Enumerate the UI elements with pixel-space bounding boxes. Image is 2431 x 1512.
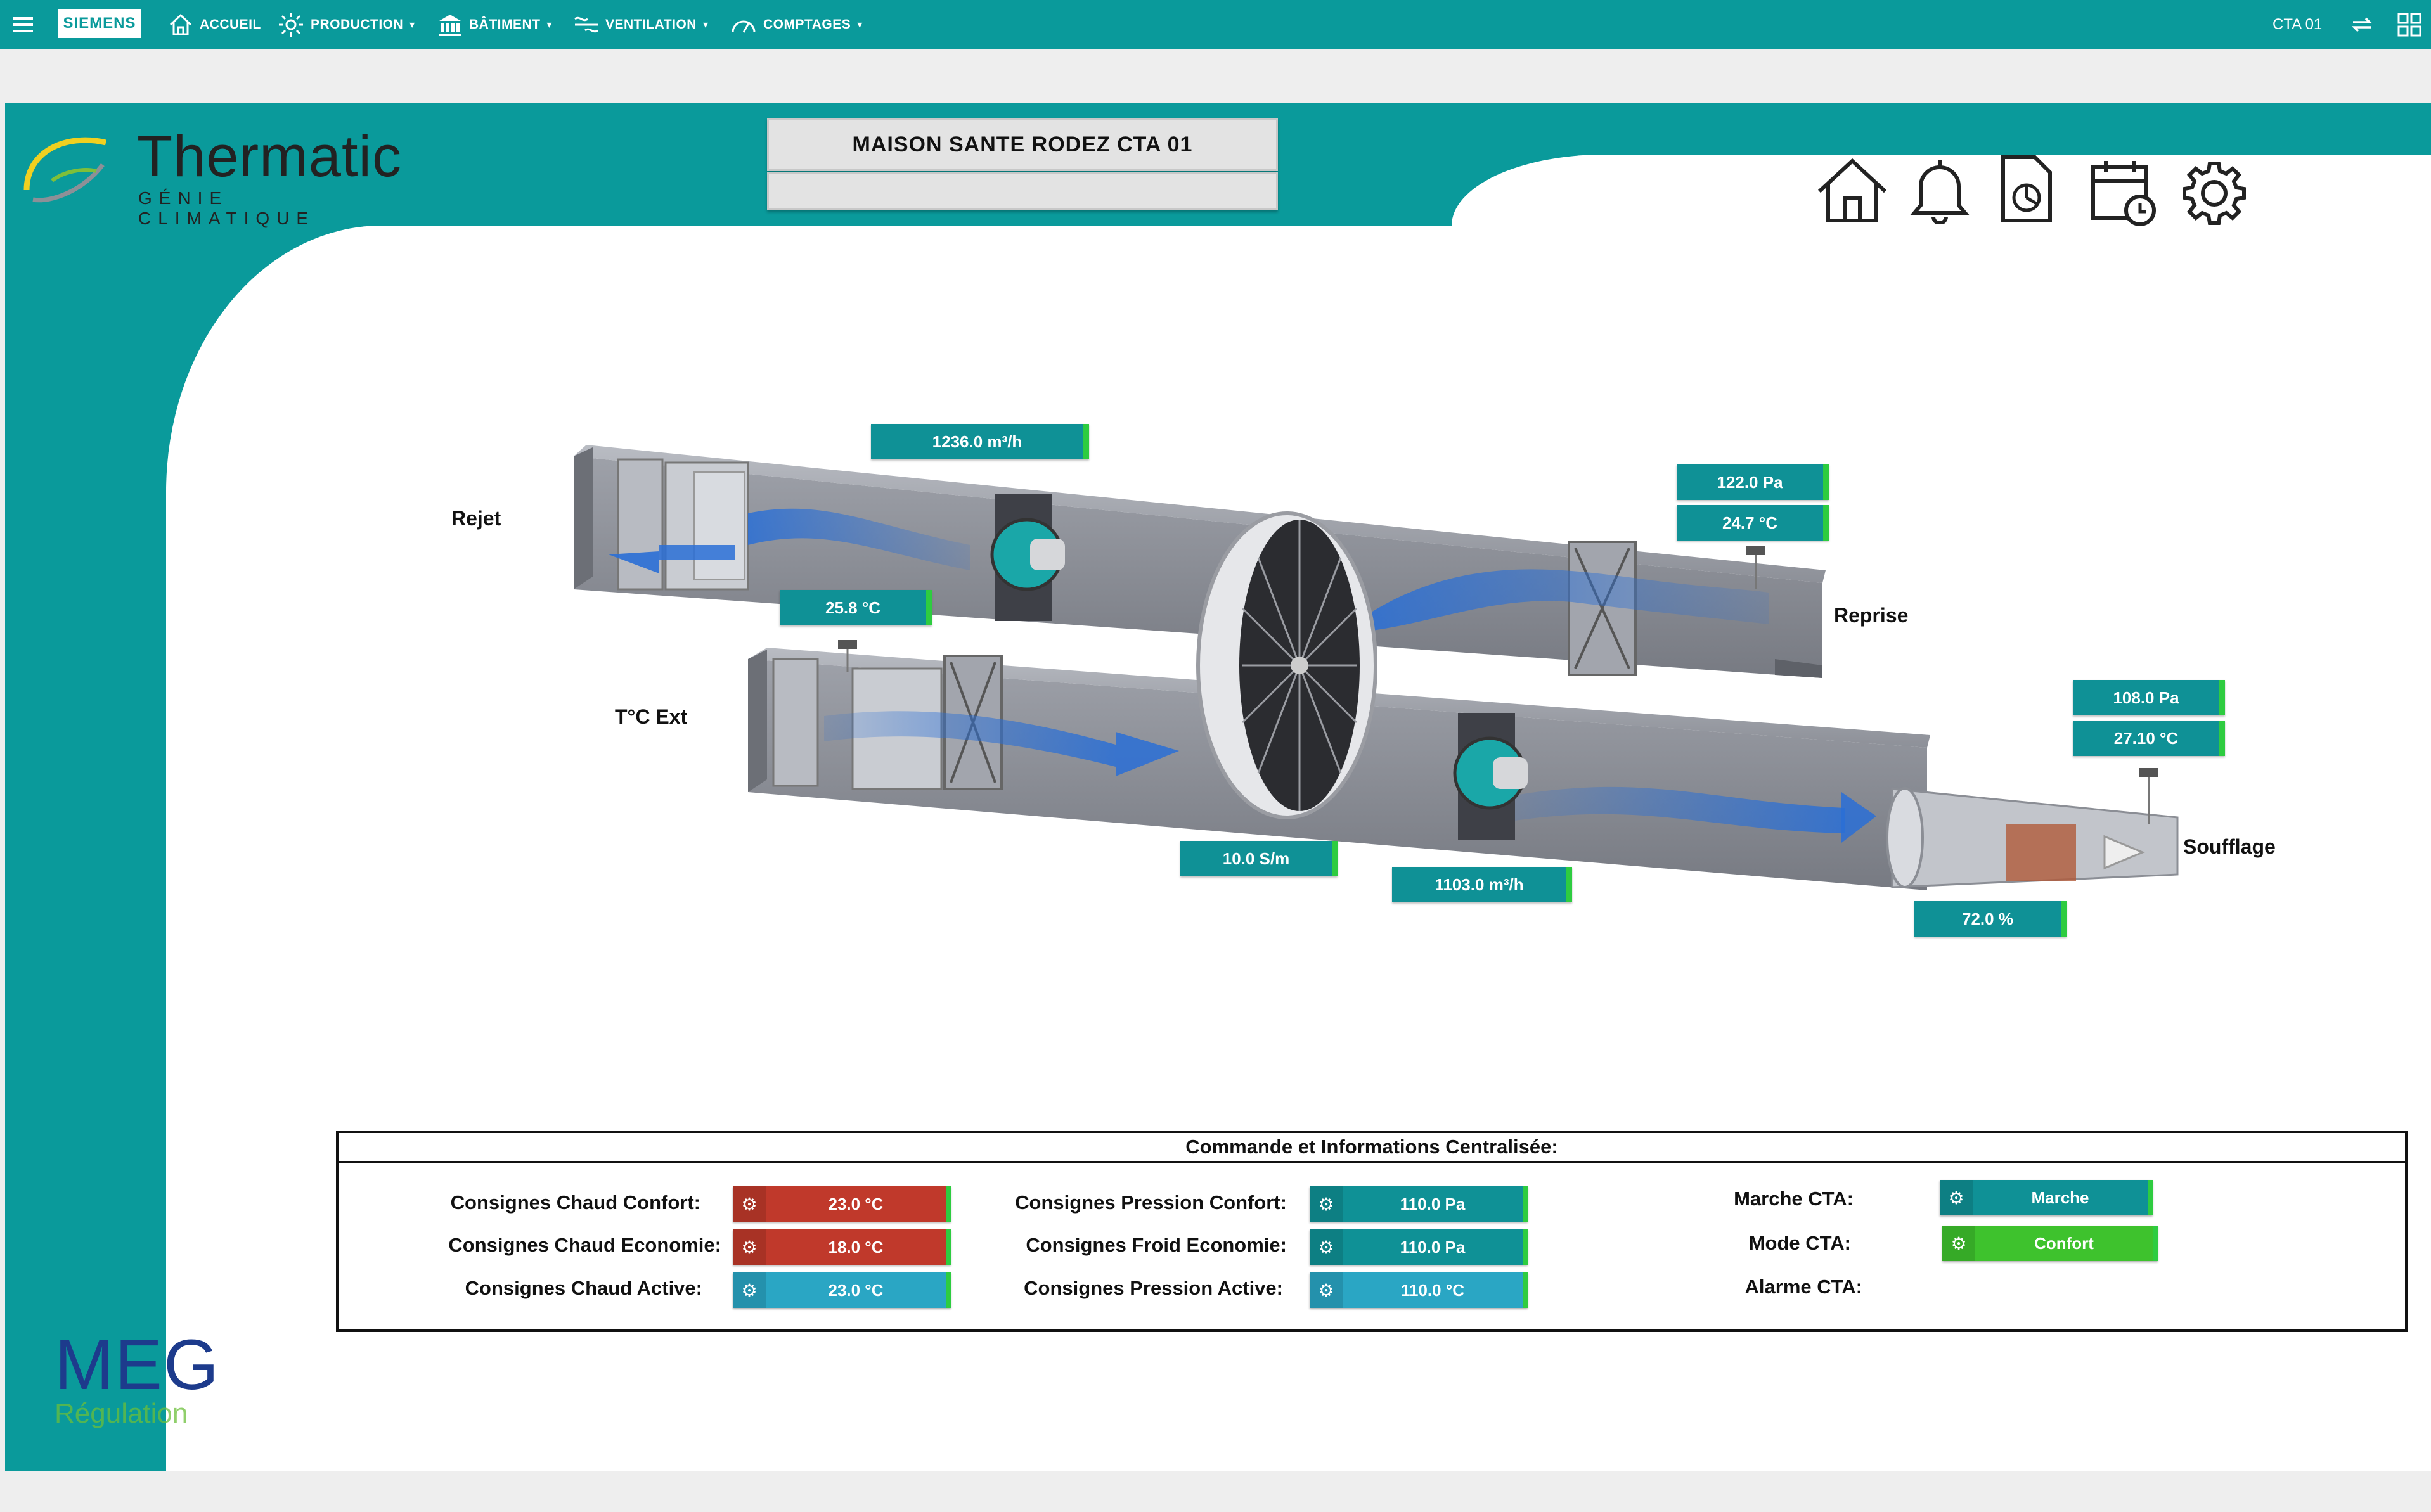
heat-recovery-wheel xyxy=(1196,511,1377,819)
gear-icon: ⚙ xyxy=(1310,1229,1343,1265)
heat-active-setpoint-label: Consignes Chaud Active: xyxy=(465,1277,702,1299)
ahu-mode-button[interactable]: ⚙ Confort xyxy=(1942,1226,2158,1261)
gear-icon: ⚙ xyxy=(733,1229,766,1265)
reprise-label: Reprise xyxy=(1834,604,1909,627)
gear-icon: ⚙ xyxy=(1310,1272,1343,1308)
heat-comfort-setpoint-value: 23.0 °C xyxy=(828,1194,884,1214)
reprise-temp-value[interactable]: 24.7 °C xyxy=(1677,505,1829,541)
ahu-run-value: Marche xyxy=(2031,1188,2089,1207)
reprise-pressure-value[interactable]: 122.0 Pa xyxy=(1677,464,1829,500)
command-panel-title: Commande et Informations Centralisée: xyxy=(339,1133,2405,1163)
heat-active-setpoint-button[interactable]: ⚙ 23.0 °C xyxy=(733,1272,951,1308)
heat-active-setpoint-value: 23.0 °C xyxy=(828,1280,884,1300)
gear-icon: ⚙ xyxy=(1942,1226,1975,1261)
rejet-label: Rejet xyxy=(451,507,501,530)
valve-position-value[interactable]: 72.0 % xyxy=(1914,901,2067,937)
gear-icon: ⚙ xyxy=(733,1272,766,1308)
meg-logo: MEG Régulation xyxy=(55,1329,219,1437)
cold-economy-setpoint-label: Consignes Froid Economie: xyxy=(1026,1234,1287,1256)
ahu-run-button[interactable]: ⚙ Marche xyxy=(1940,1180,2153,1215)
soufflage-label: Soufflage xyxy=(2183,835,2276,858)
ahu-alarm-label: Alarme CTA: xyxy=(1744,1276,1862,1298)
meg-logo-name: MEG xyxy=(55,1325,221,1404)
rejet-temp-value[interactable]: 25.8 °C xyxy=(780,590,932,625)
soufflage-pressure-value[interactable]: 108.0 Pa xyxy=(2073,680,2225,715)
soufflage-temp-value[interactable]: 27.10 °C xyxy=(2073,721,2225,756)
pressure-active-setpoint-label: Consignes Pression Active: xyxy=(1024,1277,1283,1299)
pressure-comfort-setpoint-label: Consignes Pression Confort: xyxy=(1015,1191,1287,1214)
gear-icon: ⚙ xyxy=(1310,1186,1343,1222)
ahu-run-label: Marche CTA: xyxy=(1734,1188,1854,1210)
pressure-active-setpoint-value: 110.0 °C xyxy=(1400,1280,1465,1300)
pressure-comfort-setpoint-button[interactable]: ⚙ 110.0 Pa xyxy=(1310,1186,1528,1222)
gear-icon: ⚙ xyxy=(1940,1180,1973,1215)
heat-comfort-setpoint-label: Consignes Chaud Confort: xyxy=(450,1191,700,1214)
ahu-mode-value: Confort xyxy=(2034,1233,2094,1253)
ahu-mode-label: Mode CTA: xyxy=(1748,1232,1851,1254)
meg-logo-sub: Régulation xyxy=(55,1398,188,1429)
cold-economy-setpoint-button[interactable]: ⚙ 110.0 Pa xyxy=(1310,1229,1528,1265)
gear-icon: ⚙ xyxy=(733,1186,766,1222)
heat-economy-setpoint-label: Consignes Chaud Economie: xyxy=(448,1234,721,1256)
pressure-comfort-setpoint-value: 110.0 Pa xyxy=(1400,1194,1466,1214)
cold-economy-setpoint-value: 110.0 Pa xyxy=(1400,1237,1466,1257)
heat-economy-setpoint-button[interactable]: ⚙ 18.0 °C xyxy=(733,1229,951,1265)
wheel-speed-value[interactable]: 10.0 S/m xyxy=(1180,841,1338,876)
heat-comfort-setpoint-button[interactable]: ⚙ 23.0 °C xyxy=(733,1186,951,1222)
extract-flow-value[interactable]: 1236.0 m³/h xyxy=(871,424,1089,459)
heat-economy-setpoint-value: 18.0 °C xyxy=(828,1237,884,1257)
pressure-active-setpoint-button[interactable]: ⚙ 110.0 °C xyxy=(1310,1272,1528,1308)
outdoor-temp-label: T°C Ext xyxy=(615,705,688,728)
supply-flow-value[interactable]: 1103.0 m³/h xyxy=(1392,867,1572,902)
